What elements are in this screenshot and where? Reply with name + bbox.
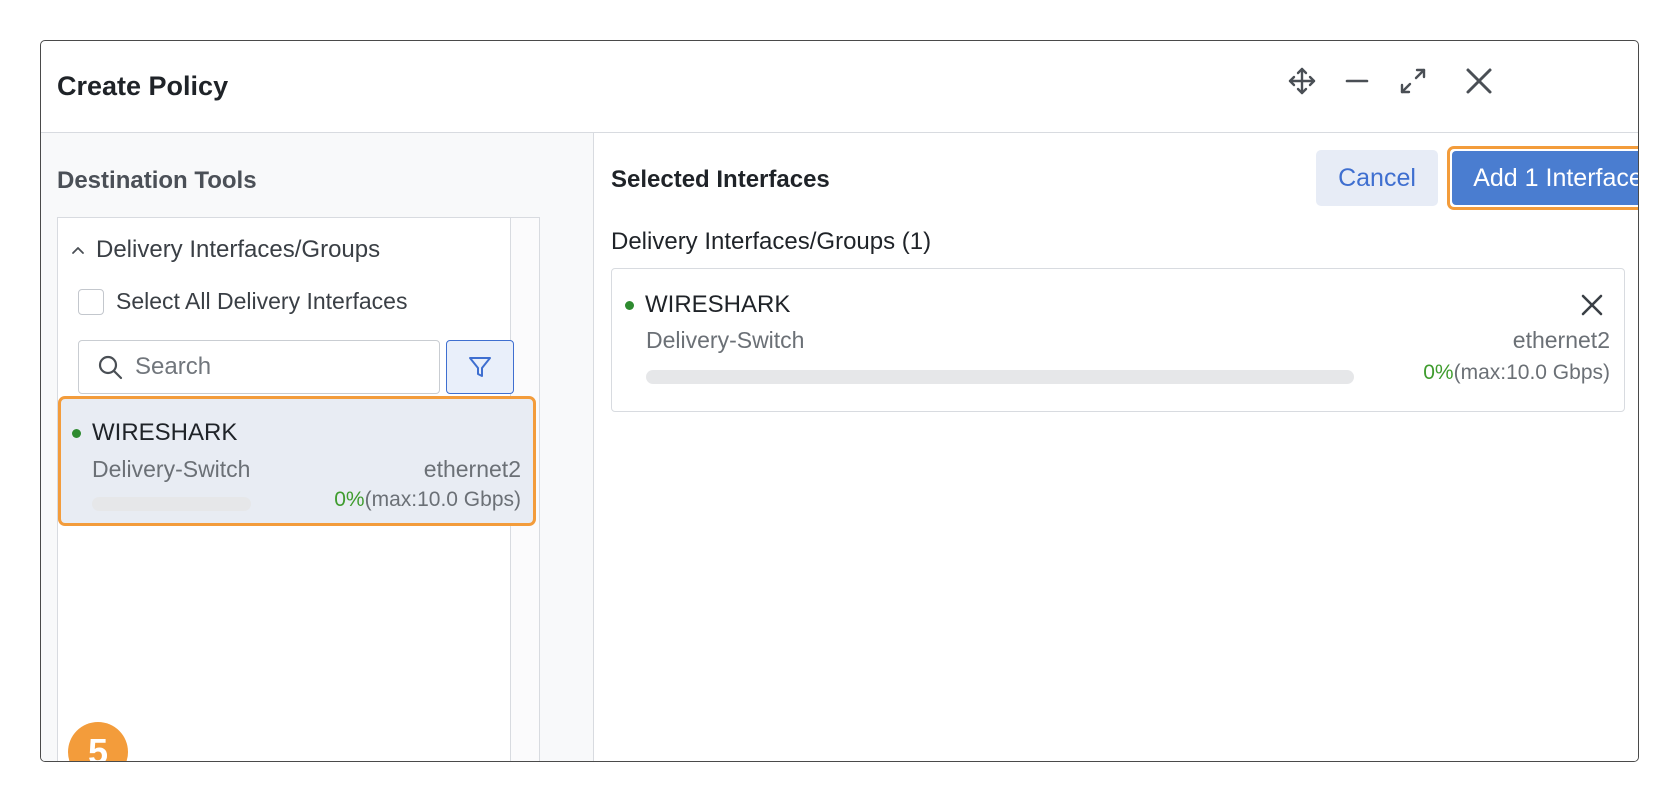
interface-port: ethernet2	[423, 456, 521, 482]
selected-title: Selected Interfaces	[611, 166, 830, 193]
chevron-up-icon	[72, 247, 84, 254]
utilization-max: (max:10.0 Gbps)	[364, 488, 521, 511]
group-label: Delivery Interfaces/Groups	[96, 236, 381, 263]
filter-icon	[469, 357, 491, 377]
utilization-text: 0%(max:10.0 Gbps)	[1423, 361, 1610, 385]
search-input[interactable]	[133, 352, 427, 382]
dialog-header: Create Policy	[41, 41, 1638, 133]
create-policy-dialog: Create Policy Destination Tools Delivery…	[40, 40, 1639, 762]
selected-interface-card: WIRESHARK Delivery-Switch ethernet2 0%(m…	[611, 268, 1625, 412]
search-icon	[98, 355, 123, 380]
selected-name-row: WIRESHARK	[625, 291, 790, 319]
interface-switch: Delivery-Switch	[92, 456, 251, 482]
selected-interfaces-panel: Selected Interfaces Cancel Add 1 Interfa…	[594, 133, 1638, 761]
utilization-text: 0%(max:10.0 Gbps)	[334, 488, 521, 512]
section-title: Destination Tools	[57, 167, 257, 194]
group-toggle[interactable]: Delivery Interfaces/Groups	[70, 236, 380, 264]
utilization-max: (max:10.0 Gbps)	[1453, 361, 1610, 384]
selected-interface-port: ethernet2	[1512, 327, 1610, 353]
interface-item[interactable]: WIRESHARK Delivery-Switch ethernet2 0%(m…	[58, 396, 536, 526]
expand-icon[interactable]	[1393, 61, 1433, 101]
selected-group-label: Delivery Interfaces/Groups (1)	[611, 228, 932, 255]
select-all-label: Select All Delivery Interfaces	[116, 288, 408, 314]
utilization-bar	[92, 497, 251, 511]
utilization-percent: 0%	[1423, 361, 1454, 384]
cancel-button[interactable]: Cancel	[1316, 150, 1438, 206]
interface-tree: Delivery Interfaces/Groups Select All De…	[57, 217, 540, 761]
selected-interface-switch: Delivery-Switch	[646, 327, 805, 353]
minimize-icon[interactable]	[1337, 61, 1377, 101]
remove-interface-button[interactable]	[1574, 287, 1610, 323]
select-all-checkbox[interactable]	[78, 288, 104, 315]
search-field[interactable]	[78, 340, 440, 394]
select-all-toggle[interactable]: Select All Delivery Interfaces	[78, 288, 407, 315]
filter-button[interactable]	[446, 340, 514, 394]
utilization-bar	[646, 370, 1354, 384]
dialog-title: Create Policy	[57, 71, 229, 101]
add-button-highlight: Add 1 Interface	[1447, 146, 1638, 210]
add-interface-button[interactable]: Add 1 Interface	[1452, 151, 1638, 205]
destination-tools-panel: Destination Tools Delivery Interfaces/Gr…	[41, 133, 594, 761]
move-icon[interactable]	[1282, 61, 1322, 101]
utilization-percent: 0%	[334, 488, 365, 511]
close-icon	[1581, 294, 1603, 316]
interface-name-row: WIRESHARK	[72, 419, 237, 447]
selected-interface-name: WIRESHARK	[645, 291, 791, 318]
status-dot	[625, 300, 634, 310]
interface-name: WIRESHARK	[92, 419, 238, 446]
status-dot	[72, 428, 81, 438]
close-icon[interactable]	[1459, 61, 1499, 101]
